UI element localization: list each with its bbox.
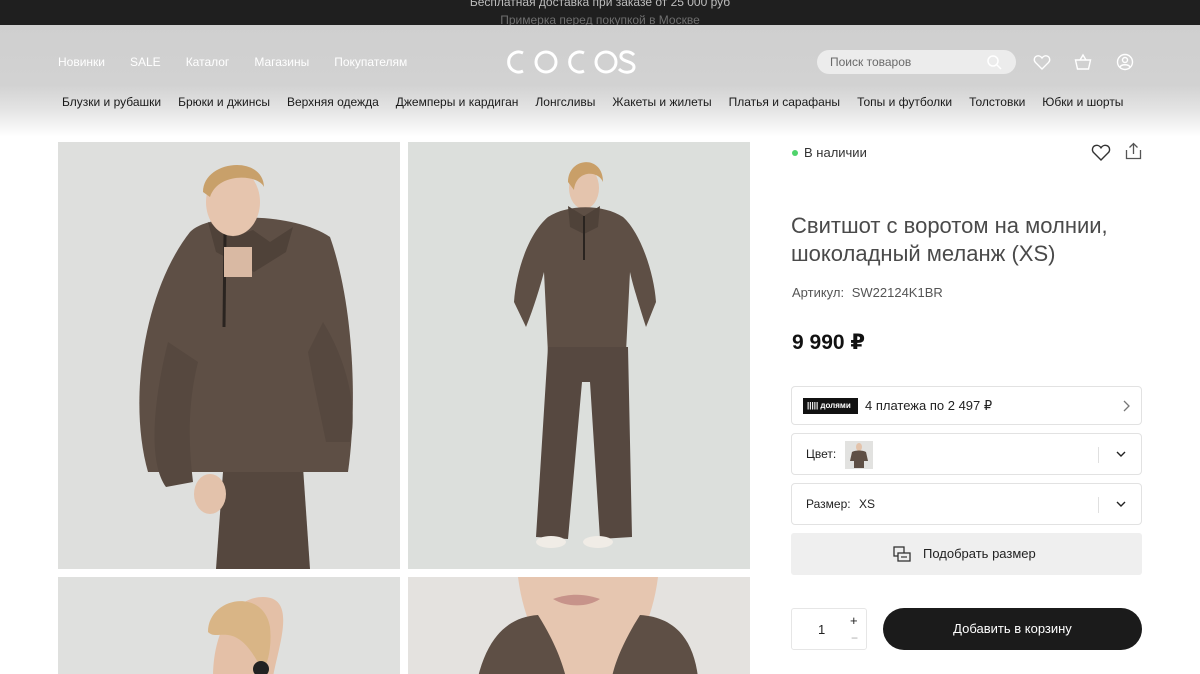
search-box — [817, 50, 1016, 74]
nav-link-sale[interactable]: SALE — [130, 55, 161, 69]
product-photo-back-view[interactable] — [58, 577, 400, 674]
brand-logo[interactable] — [503, 48, 637, 76]
dolyami-badge: ||||| долями — [803, 398, 858, 414]
search-input[interactable] — [830, 54, 980, 70]
product-photo-full-length[interactable] — [408, 142, 750, 569]
color-label: Цвет: — [806, 447, 837, 461]
stock-status: В наличии — [792, 145, 867, 160]
quantity-value[interactable]: 1 — [818, 622, 825, 637]
category-link[interactable]: Платья и сарафаны — [729, 95, 840, 109]
category-link[interactable]: Лонгсливы — [535, 95, 595, 109]
product-sku: Артикул: SW22124K1BR — [792, 285, 943, 300]
size-guide-label: Подобрать размер — [923, 546, 1036, 561]
stock-status-text: В наличии — [804, 145, 867, 160]
chevron-down-icon[interactable] — [1115, 499, 1127, 509]
site-header: Новинки SALE Каталог Магазины Покупателя… — [0, 25, 1200, 137]
color-swatch-thumbnail[interactable] — [845, 441, 873, 469]
product-photo-front-closeup[interactable] — [58, 142, 400, 569]
product-photo-collar-detail[interactable] — [408, 577, 750, 674]
add-to-cart-button[interactable]: Добавить в корзину — [883, 608, 1142, 650]
size-guide-icon — [893, 546, 911, 562]
size-value: XS — [859, 497, 876, 511]
quantity-decrease-button[interactable]: − — [851, 631, 858, 645]
category-link[interactable]: Юбки и шорты — [1042, 95, 1123, 109]
category-link[interactable]: Толстовки — [969, 95, 1025, 109]
user-icon[interactable] — [1116, 53, 1134, 71]
nav-link-stores[interactable]: Магазины — [254, 55, 309, 69]
category-navigation: Блузки и рубашки Брюки и джинсы Верхняя … — [62, 95, 1138, 109]
color-selector[interactable]: Цвет: — [791, 433, 1142, 475]
size-guide-button[interactable]: Подобрать размер — [791, 533, 1142, 575]
heart-icon[interactable] — [1091, 142, 1111, 162]
basket-icon[interactable] — [1074, 53, 1092, 71]
selector-divider — [1098, 497, 1099, 513]
installments-text: 4 платежа по 2 497 ₽ — [865, 398, 993, 413]
announcement-line-delivery: Бесплатная доставка при заказе от 25 000… — [469, 0, 731, 9]
installments-row[interactable]: ||||| долями 4 платежа по 2 497 ₽ — [791, 386, 1142, 425]
category-link[interactable]: Жакеты и жилеты — [612, 95, 711, 109]
selector-divider — [1098, 447, 1099, 463]
announcement-line-fitting: Примерка перед покупкой в Москве — [500, 13, 700, 25]
top-navigation: Новинки SALE Каталог Магазины Покупателя… — [58, 55, 407, 69]
category-link[interactable]: Брюки и джинсы — [178, 95, 270, 109]
product-price: 9 990 ₽ — [792, 331, 865, 354]
category-link[interactable]: Топы и футболки — [857, 95, 952, 109]
nav-link-new[interactable]: Новинки — [58, 55, 105, 69]
share-icon[interactable] — [1125, 142, 1142, 160]
nav-link-catalog[interactable]: Каталог — [186, 55, 230, 69]
nav-link-customers[interactable]: Покупателям — [334, 55, 407, 69]
category-link[interactable]: Блузки и рубашки — [62, 95, 161, 109]
chevron-right-icon — [1123, 400, 1130, 412]
size-selector[interactable]: Размер: XS — [791, 483, 1142, 525]
sku-label: Артикул: — [792, 285, 845, 300]
category-link[interactable]: Верхняя одежда — [287, 95, 379, 109]
sku-value: SW22124K1BR — [851, 285, 943, 300]
product-title: Свитшот с воротом на молнии, шоколадный … — [791, 213, 1108, 266]
announcement-bar: Бесплатная доставка при заказе от 25 000… — [0, 0, 1200, 25]
quantity-increase-button[interactable]: + — [850, 613, 858, 628]
quantity-stepper: 1 + − — [791, 608, 867, 650]
stock-indicator-dot — [792, 149, 798, 156]
category-link[interactable]: Джемперы и кардиган — [396, 95, 519, 109]
chevron-down-icon[interactable] — [1115, 449, 1127, 459]
size-label: Размер: — [806, 497, 851, 511]
heart-icon[interactable] — [1033, 53, 1051, 71]
search-icon[interactable] — [986, 54, 1002, 70]
